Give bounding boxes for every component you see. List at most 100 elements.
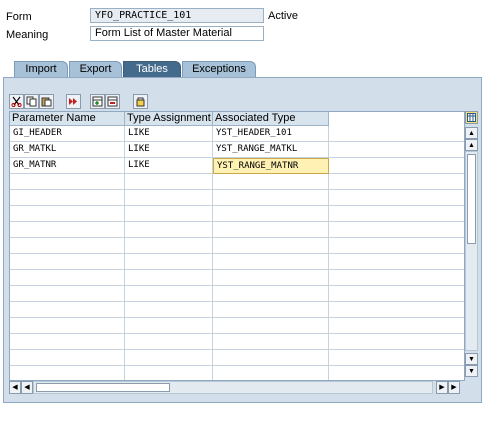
table-row[interactable] (10, 270, 464, 286)
scroll-up-icon[interactable]: ▲ (465, 139, 478, 151)
column-header-associated-type[interactable]: Associated Type (213, 112, 329, 126)
table-cell-empty-column[interactable] (329, 286, 464, 302)
table-cell[interactable] (125, 174, 213, 190)
scroll-right-icon[interactable]: ▶ (436, 381, 448, 394)
table-cell[interactable] (213, 366, 329, 380)
table-row[interactable] (10, 222, 464, 238)
scroll-first-icon[interactable]: ◀ (9, 381, 21, 394)
table-row[interactable] (10, 350, 464, 366)
table-row[interactable] (10, 334, 464, 350)
vertical-scroll-track[interactable] (465, 151, 478, 351)
table-cell[interactable] (213, 350, 329, 366)
table-cell[interactable] (125, 254, 213, 270)
table-cell[interactable] (213, 206, 329, 222)
table-cell[interactable]: LIKE (125, 158, 213, 174)
table-cell[interactable] (213, 254, 329, 270)
table-cell[interactable]: YST_RANGE_MATNR (213, 158, 329, 174)
table-row[interactable] (10, 206, 464, 222)
table-cell-empty-column[interactable] (329, 190, 464, 206)
tab-import[interactable]: Import (14, 61, 68, 77)
horizontal-scroll-track[interactable] (33, 381, 433, 394)
scroll-bottom-icon[interactable]: ▼ (465, 365, 478, 377)
table-cell-empty-column[interactable] (329, 206, 464, 222)
table-cell[interactable]: GI_HEADER (10, 126, 125, 142)
table-cell[interactable] (10, 318, 125, 334)
table-cell[interactable]: GR_MATKL (10, 142, 125, 158)
table-row[interactable] (10, 174, 464, 190)
vertical-scroll-thumb[interactable] (467, 154, 476, 244)
meaning-field[interactable]: Form List of Master Material (90, 26, 264, 41)
table-cell[interactable] (125, 302, 213, 318)
column-layout-icon[interactable] (465, 111, 478, 124)
column-header-type-assignment[interactable]: Type Assignment (125, 112, 213, 126)
table-cell[interactable] (213, 238, 329, 254)
table-cell[interactable] (213, 222, 329, 238)
table-cell[interactable] (213, 318, 329, 334)
table-cell[interactable] (125, 190, 213, 206)
table-row[interactable]: GR_MATKL LIKE YST_RANGE_MATKL (10, 142, 464, 158)
table-row[interactable] (10, 286, 464, 302)
tab-export[interactable]: Export (69, 61, 122, 77)
table-cell[interactable] (213, 302, 329, 318)
table-cell[interactable] (10, 238, 125, 254)
tab-tables[interactable]: Tables (123, 61, 181, 77)
cut-icon[interactable] (9, 94, 24, 109)
horizontal-scrollbar[interactable]: ◀ ◀ ▶ ▶ (9, 381, 478, 394)
table-cell-empty-column[interactable] (329, 366, 464, 380)
table-cell[interactable] (125, 286, 213, 302)
table-cell[interactable] (10, 366, 125, 380)
table-cell-empty-column[interactable] (329, 142, 464, 158)
check-icon[interactable] (66, 94, 81, 109)
table-cell[interactable] (213, 286, 329, 302)
scroll-down-icon[interactable]: ▼ (465, 353, 478, 365)
column-header-parameter-name[interactable]: Parameter Name (10, 112, 125, 126)
table-cell-empty-column[interactable] (329, 238, 464, 254)
table-cell[interactable] (10, 302, 125, 318)
table-cell[interactable] (125, 270, 213, 286)
table-cell[interactable]: GR_MATNR (10, 158, 125, 174)
tab-exceptions[interactable]: Exceptions (182, 61, 256, 77)
table-cell-empty-column[interactable] (329, 270, 464, 286)
table-cell-empty-column[interactable] (329, 318, 464, 334)
table-cell[interactable] (213, 190, 329, 206)
table-cell-empty-column[interactable] (329, 302, 464, 318)
table-cell-empty-column[interactable] (329, 350, 464, 366)
table-row[interactable] (10, 238, 464, 254)
scroll-last-icon[interactable]: ▶ (448, 381, 460, 394)
table-cell[interactable] (10, 206, 125, 222)
choose-icon[interactable] (133, 94, 148, 109)
vertical-scrollbar[interactable]: ▲ ▲ ▼ ▼ (465, 127, 478, 381)
table-row[interactable]: GI_HEADER LIKE YST_HEADER_101 (10, 126, 464, 142)
table-cell[interactable] (125, 366, 213, 380)
table-cell[interactable] (213, 270, 329, 286)
table-row[interactable] (10, 302, 464, 318)
table-row[interactable]: GR_MATNR LIKE YST_RANGE_MATNR (10, 158, 464, 174)
table-cell[interactable] (125, 334, 213, 350)
table-cell-empty-column[interactable] (329, 254, 464, 270)
table-cell[interactable] (10, 222, 125, 238)
table-cell[interactable] (10, 350, 125, 366)
insert-row-icon[interactable] (90, 94, 105, 109)
table-cell[interactable]: LIKE (125, 126, 213, 142)
table-cell-empty-column[interactable] (329, 174, 464, 190)
table-cell[interactable]: LIKE (125, 142, 213, 158)
table-cell[interactable] (125, 350, 213, 366)
table-row[interactable] (10, 318, 464, 334)
delete-row-icon[interactable] (105, 94, 120, 109)
table-cell[interactable] (10, 254, 125, 270)
paste-icon[interactable] (39, 94, 54, 109)
table-cell-empty-column[interactable] (329, 158, 464, 174)
table-cell[interactable] (10, 286, 125, 302)
table-cell[interactable] (125, 318, 213, 334)
table-cell-empty-column[interactable] (329, 126, 464, 142)
table-cell[interactable] (10, 190, 125, 206)
table-cell-empty-column[interactable] (329, 222, 464, 238)
table-row[interactable] (10, 254, 464, 270)
table-row[interactable] (10, 190, 464, 206)
table-cell[interactable] (125, 206, 213, 222)
scroll-top-icon[interactable]: ▲ (465, 127, 478, 139)
copy-icon[interactable] (24, 94, 39, 109)
table-cell[interactable] (10, 334, 125, 350)
table-cell[interactable]: YST_RANGE_MATKL (213, 142, 329, 158)
table-cell[interactable] (125, 222, 213, 238)
